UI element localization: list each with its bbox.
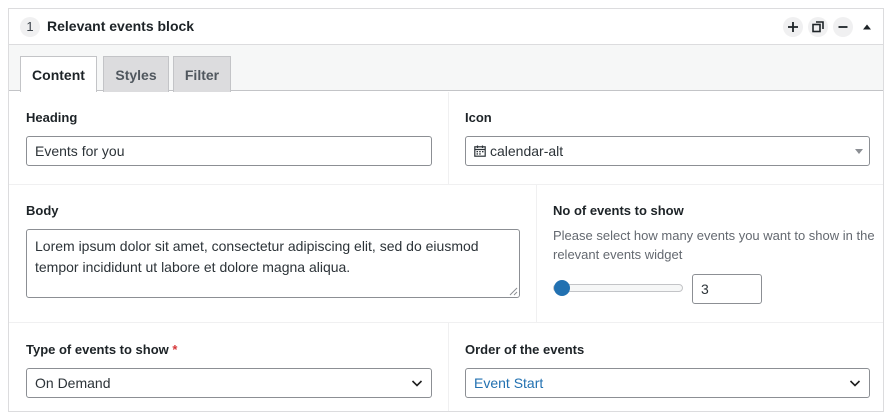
chevron-down-icon	[411, 380, 423, 387]
heading-label: Heading	[26, 110, 78, 125]
tab-label: Content	[32, 66, 85, 83]
relevant-events-block: 1 Relevant events block Content Styles F…	[8, 8, 884, 412]
count-label: No of events to show	[553, 203, 684, 218]
body-textarea[interactable]: Lorem ipsum dolor sit amet, consectetur …	[26, 229, 520, 298]
tab-label: Filter	[184, 66, 220, 83]
fields-row-type-order: Type of events to show * On Demand Order…	[9, 323, 883, 411]
count-slider-track[interactable]	[553, 284, 683, 292]
icon-select[interactable]: calendar-alt	[465, 136, 870, 166]
count-description: Please select how many events you want t…	[553, 228, 875, 262]
block-title: Relevant events block	[47, 18, 195, 34]
tabs-bar: Content Styles Filter	[9, 45, 883, 92]
type-field: Type of events to show * On Demand	[9, 323, 449, 411]
duplicate-icon	[812, 21, 824, 33]
tab-label: Styles	[115, 66, 157, 83]
fields-row-heading-icon: Heading Events for you Icon calendar-alt	[9, 92, 883, 185]
collapse-icon	[863, 24, 871, 30]
icon-field: Icon calendar-alt	[449, 92, 883, 184]
block-number: 1	[20, 17, 40, 37]
body-text: Lorem ipsum dolor sit amet, consectetur …	[35, 238, 479, 275]
count-field: No of events to show Please select how m…	[537, 185, 883, 322]
count-number-input[interactable]: 3	[692, 274, 762, 304]
tab-styles[interactable]: Styles	[103, 56, 169, 92]
duplicate-block-button[interactable]	[808, 17, 828, 37]
body-label: Body	[26, 203, 59, 218]
icon-select-value: calendar-alt	[490, 143, 564, 159]
tab-content[interactable]: Content	[20, 56, 97, 92]
heading-input[interactable]: Events for you	[26, 136, 432, 166]
type-select[interactable]: On Demand	[26, 368, 432, 398]
type-label: Type of events to show *	[26, 342, 177, 357]
type-label-text: Type of events to show	[26, 342, 169, 357]
type-select-value: On Demand	[35, 375, 111, 391]
calendar-icon	[474, 145, 486, 157]
block-header[interactable]: 1 Relevant events block	[9, 9, 883, 45]
heading-field: Heading Events for you	[9, 92, 449, 184]
order-field: Order of the events Event Start	[449, 323, 883, 411]
resize-grip-icon[interactable]	[509, 287, 518, 296]
order-select[interactable]: Event Start	[465, 368, 870, 398]
caret-down-icon	[855, 149, 863, 154]
fields-row-body-count: Body Lorem ipsum dolor sit amet, consect…	[9, 185, 883, 323]
collapse-block-button[interactable]	[857, 17, 877, 37]
count-slider-thumb[interactable]	[554, 280, 570, 296]
icon-label: Icon	[465, 110, 492, 125]
body-field: Body Lorem ipsum dolor sit amet, consect…	[9, 185, 537, 322]
order-label: Order of the events	[465, 342, 585, 357]
remove-block-button[interactable]	[833, 17, 853, 37]
plus-icon	[788, 22, 798, 32]
chevron-down-icon	[849, 380, 861, 387]
minus-icon	[838, 26, 848, 28]
order-select-value: Event Start	[474, 375, 544, 391]
add-block-button[interactable]	[783, 17, 803, 37]
tab-filter[interactable]: Filter	[173, 56, 231, 92]
required-mark: *	[172, 342, 178, 357]
